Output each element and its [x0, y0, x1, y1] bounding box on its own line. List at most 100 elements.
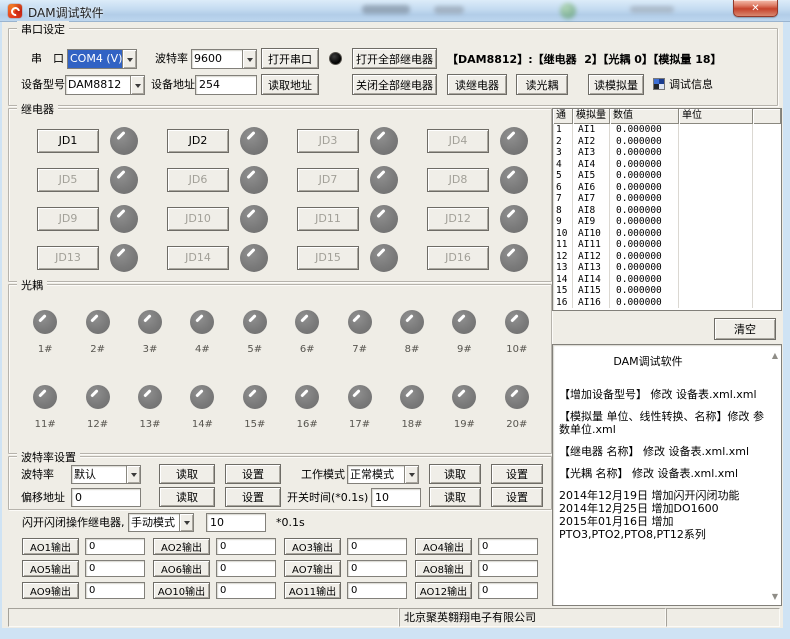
analog-table-row[interactable]: 5 AI5 0.000000 [553, 170, 781, 182]
relay-knob-icon[interactable] [240, 166, 268, 194]
header-name[interactable]: 模拟量 [573, 109, 610, 124]
ao-output-field[interactable]: 0 [347, 538, 407, 555]
scroll-up-icon[interactable]: ▲ [772, 349, 778, 362]
relay-knob-icon[interactable] [240, 127, 268, 155]
relay-knob-icon[interactable] [500, 166, 528, 194]
relay-button[interactable]: JD3 [297, 129, 359, 153]
ao-output-field[interactable]: 0 [216, 582, 276, 599]
ao-output-field[interactable]: 0 [347, 560, 407, 577]
relay-knob-icon[interactable] [110, 127, 138, 155]
analog-table-row[interactable]: 1 AI1 0.000000 [553, 124, 781, 136]
analog-table-row[interactable]: 14 AI14 0.000000 [553, 274, 781, 286]
analog-table-row[interactable]: 8 AI8 0.000000 [553, 205, 781, 217]
switch-time-field[interactable]: 10 [371, 488, 421, 507]
chevron-down-icon[interactable] [242, 50, 256, 68]
switch-time-read-button[interactable]: 读取 [429, 487, 481, 507]
chevron-down-icon[interactable] [126, 466, 140, 483]
relay-button[interactable]: JD8 [427, 168, 489, 192]
ao-output-button[interactable]: AO4输出 [415, 538, 472, 555]
analog-table-row[interactable]: 6 AI6 0.000000 [553, 182, 781, 194]
clear-button[interactable]: 清空 [714, 318, 776, 340]
debug-info-label[interactable]: 调试信息 [669, 75, 713, 95]
relay-button[interactable]: JD12 [427, 207, 489, 231]
ao-output-button[interactable]: AO1输出 [22, 538, 79, 555]
analog-table-row[interactable]: 11 AI11 0.000000 [553, 239, 781, 251]
offset-set-button[interactable]: 设置 [225, 487, 281, 507]
relay-knob-icon[interactable] [110, 205, 138, 233]
relay-knob-icon[interactable] [370, 244, 398, 272]
port-combo[interactable]: COM4 (V) [67, 49, 137, 69]
ao-output-button[interactable]: AO7输出 [284, 560, 341, 577]
log-textbox[interactable]: DAM调试软件 【增加设备型号】 修改 设备表.xml.xml【模拟量 单位、线… [552, 344, 782, 606]
work-mode-read-button[interactable]: 读取 [429, 464, 481, 484]
open-port-button[interactable]: 打开串口 [261, 48, 319, 69]
analog-table-row[interactable]: 4 AI4 0.000000 [553, 159, 781, 171]
debug-info-icon[interactable] [653, 78, 665, 90]
relay-knob-icon[interactable] [370, 205, 398, 233]
read-opto-button[interactable]: 读光耦 [516, 74, 568, 95]
ao-output-field[interactable]: 0 [478, 538, 538, 555]
chevron-down-icon[interactable] [404, 466, 418, 483]
flash-mode-combo[interactable]: 手动模式 [128, 513, 194, 532]
relay-knob-icon[interactable] [370, 127, 398, 155]
ao-output-button[interactable]: AO3输出 [284, 538, 341, 555]
analog-table-row[interactable]: 13 AI13 0.000000 [553, 262, 781, 274]
ao-output-button[interactable]: AO8输出 [415, 560, 472, 577]
header-channel[interactable]: 通 [553, 109, 573, 124]
relay-button[interactable]: JD11 [297, 207, 359, 231]
baudrate-combo[interactable]: 默认 [71, 465, 141, 484]
relay-button[interactable]: JD5 [37, 168, 99, 192]
relay-button[interactable]: JD2 [167, 129, 229, 153]
work-mode-set-button[interactable]: 设置 [491, 464, 543, 484]
header-unit[interactable]: 单位 [679, 109, 753, 124]
ao-output-button[interactable]: AO6输出 [153, 560, 210, 577]
relay-button[interactable]: JD1 [37, 129, 99, 153]
baudrate-read-button[interactable]: 读取 [159, 464, 215, 484]
analog-table-row[interactable]: 16 AI16 0.000000 [553, 297, 781, 309]
ao-output-field[interactable]: 0 [478, 560, 538, 577]
ao-output-field[interactable]: 0 [85, 560, 145, 577]
relay-button[interactable]: JD15 [297, 246, 359, 270]
model-combo[interactable]: DAM8812 [65, 75, 145, 95]
address-field[interactable]: 254 [195, 75, 257, 95]
offset-read-button[interactable]: 读取 [159, 487, 215, 507]
ao-output-button[interactable]: AO9输出 [22, 582, 79, 599]
analog-table-row[interactable]: 3 AI3 0.000000 [553, 147, 781, 159]
ao-output-button[interactable]: AO11输出 [284, 582, 341, 599]
relay-knob-icon[interactable] [500, 205, 528, 233]
analog-table-row[interactable]: 7 AI7 0.000000 [553, 193, 781, 205]
relay-knob-icon[interactable] [110, 166, 138, 194]
switch-time-set-button[interactable]: 设置 [491, 487, 543, 507]
offset-field[interactable]: 0 [71, 488, 141, 507]
titlebar[interactable]: DAM调试软件 ✕ [0, 0, 790, 22]
analog-table[interactable]: 通 模拟量 数值 单位 1 AI1 0.000000 [552, 108, 782, 311]
analog-table-row[interactable]: 15 AI15 0.000000 [553, 285, 781, 297]
read-relay-button[interactable]: 读继电器 [447, 74, 507, 95]
analog-table-row[interactable]: 2 AI2 0.000000 [553, 136, 781, 148]
relay-button[interactable]: JD10 [167, 207, 229, 231]
chevron-down-icon[interactable] [179, 514, 193, 531]
relay-button[interactable]: JD4 [427, 129, 489, 153]
relay-button[interactable]: JD9 [37, 207, 99, 231]
relay-button[interactable]: JD7 [297, 168, 359, 192]
relay-knob-icon[interactable] [240, 205, 268, 233]
relay-knob-icon[interactable] [240, 244, 268, 272]
relay-button[interactable]: JD14 [167, 246, 229, 270]
relay-button[interactable]: JD16 [427, 246, 489, 270]
ao-output-button[interactable]: AO5输出 [22, 560, 79, 577]
analog-table-row[interactable]: 12 AI12 0.000000 [553, 251, 781, 263]
work-mode-combo[interactable]: 正常模式 [347, 465, 419, 484]
flash-time-field[interactable]: 10 [206, 513, 266, 532]
chevron-down-icon[interactable] [130, 76, 144, 94]
relay-button[interactable]: JD6 [167, 168, 229, 192]
ao-output-button[interactable]: AO2输出 [153, 538, 210, 555]
relay-knob-icon[interactable] [500, 127, 528, 155]
relay-knob-icon[interactable] [370, 166, 398, 194]
read-address-button[interactable]: 读取地址 [261, 74, 319, 95]
ao-output-field[interactable]: 0 [216, 560, 276, 577]
ao-output-field[interactable]: 0 [216, 538, 276, 555]
relay-button[interactable]: JD13 [37, 246, 99, 270]
read-analog-button[interactable]: 读模拟量 [588, 74, 644, 95]
ao-output-field[interactable]: 0 [85, 538, 145, 555]
close-all-relays-button[interactable]: 关闭全部继电器 [352, 74, 437, 95]
